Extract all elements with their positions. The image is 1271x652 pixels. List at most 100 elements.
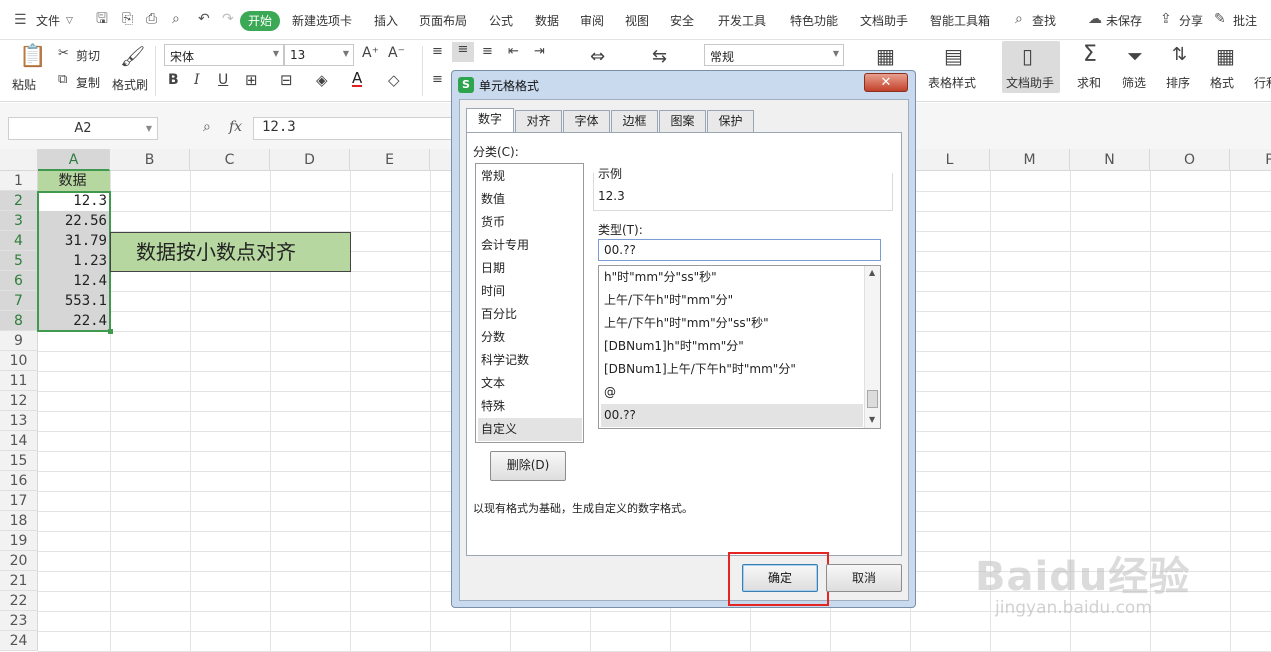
format-option[interactable]: 上午/下午h"时"mm"分"ss"秒"	[601, 312, 863, 335]
row-header-16[interactable]: 16	[0, 471, 38, 491]
close-icon[interactable]: ✕	[864, 73, 908, 92]
file-menu[interactable]: 文件	[36, 12, 60, 29]
unsaved-status[interactable]: 未保存	[1106, 12, 1142, 29]
scroll-up-icon[interactable]: ▲	[869, 268, 875, 277]
format-icon[interactable]: ▦	[1216, 44, 1235, 68]
undo-icon[interactable]: ↶	[198, 12, 210, 26]
indent-increase-icon[interactable]: ⇥	[534, 44, 545, 59]
scrollbar-thumb[interactable]	[867, 390, 878, 408]
tab-font[interactable]: 字体	[563, 110, 610, 132]
format-option[interactable]: @	[601, 381, 863, 404]
row-header-21[interactable]: 21	[0, 571, 38, 591]
tab-formula[interactable]: 公式	[489, 12, 513, 29]
tab-data[interactable]: 数据	[535, 12, 559, 29]
font-size-select[interactable]: 13 ▼	[284, 44, 354, 66]
format-button[interactable]: 格式	[1210, 74, 1234, 91]
column-header-b[interactable]: B	[110, 149, 190, 171]
merge-center-icon[interactable]: ⇆	[652, 46, 667, 67]
scroll-down-icon[interactable]: ▼	[869, 415, 875, 424]
row-header-9[interactable]: 9	[0, 331, 38, 351]
row-header-5[interactable]: 5	[0, 251, 38, 271]
row-header-2[interactable]: 2	[0, 191, 38, 211]
paste-icon[interactable]: 📋	[19, 44, 46, 69]
align-middle-icon[interactable]: ≡	[452, 42, 474, 62]
row-header-15[interactable]: 15	[0, 451, 38, 471]
format-option[interactable]: [DBNum1]h"时"mm"分"	[601, 335, 863, 358]
tab-new[interactable]: 新建选项卡	[292, 12, 352, 29]
category-number[interactable]: 数值	[478, 188, 582, 211]
cancel-button[interactable]: 取消	[826, 564, 902, 592]
fx-icon[interactable]: fx	[229, 119, 242, 135]
copy-button[interactable]: 复制	[76, 74, 100, 91]
row-header-11[interactable]: 11	[0, 371, 38, 391]
redo-icon[interactable]: ↷	[222, 12, 234, 26]
row-header-20[interactable]: 20	[0, 551, 38, 571]
font-color-icon[interactable]: A	[352, 71, 363, 87]
tab-number[interactable]: 数字	[466, 108, 514, 132]
share-button[interactable]: 分享	[1179, 12, 1203, 29]
column-header-l[interactable]: L	[910, 149, 990, 171]
tab-special[interactable]: 特色功能	[790, 12, 838, 29]
tab-insert[interactable]: 插入	[374, 12, 398, 29]
category-text[interactable]: 文本	[478, 372, 582, 395]
tab-pattern[interactable]: 图案	[659, 110, 706, 132]
tab-developer[interactable]: 开发工具	[718, 12, 766, 29]
table-style-button[interactable]: 表格样式	[928, 74, 976, 91]
tab-view[interactable]: 视图	[625, 12, 649, 29]
scissors-icon[interactable]: ✂	[58, 46, 69, 61]
tab-page-layout[interactable]: 页面布局	[419, 12, 467, 29]
row-header-17[interactable]: 17	[0, 491, 38, 511]
sort-button[interactable]: 排序	[1166, 74, 1190, 91]
sum-button[interactable]: 求和	[1077, 74, 1101, 91]
dialog-titlebar[interactable]: S 单元格格式 ✕	[452, 71, 915, 97]
row-header-1[interactable]: 1	[0, 171, 38, 191]
column-header-n[interactable]: N	[1070, 149, 1150, 171]
category-fraction[interactable]: 分数	[478, 326, 582, 349]
category-special[interactable]: 特殊	[478, 395, 582, 418]
align-left-icon[interactable]: ≡	[432, 72, 443, 87]
paste-button[interactable]: 粘贴	[12, 76, 36, 93]
number-format-select[interactable]: 常规 ▼	[704, 44, 844, 66]
cut-button[interactable]: 剪切	[76, 47, 100, 64]
category-accounting[interactable]: 会计专用	[478, 234, 582, 257]
rowcol-button[interactable]: 行和	[1254, 74, 1271, 91]
search-icon[interactable]: ⌕	[1015, 12, 1023, 26]
format-option-selected[interactable]: 00.??	[601, 404, 863, 427]
column-header-a[interactable]: A	[38, 149, 110, 171]
italic-icon[interactable]: I	[194, 72, 200, 88]
select-all-corner[interactable]	[0, 149, 38, 171]
row-header-3[interactable]: 3	[0, 211, 38, 231]
indent-decrease-icon[interactable]: ⇤	[508, 44, 519, 59]
decrease-font-icon[interactable]: A⁻	[388, 45, 405, 61]
tab-protection[interactable]: 保护	[707, 110, 754, 132]
row-header-19[interactable]: 19	[0, 531, 38, 551]
type-input[interactable]: 00.??	[598, 239, 881, 261]
row-header-23[interactable]: 23	[0, 611, 38, 631]
row-header-22[interactable]: 22	[0, 591, 38, 611]
tab-security[interactable]: 安全	[670, 12, 694, 29]
delete-button[interactable]: 删除(D)	[490, 451, 566, 481]
zoom-icon[interactable]: ⌕	[203, 119, 211, 135]
fill-handle[interactable]	[108, 329, 113, 334]
export-icon[interactable]: ⎘	[122, 12, 133, 26]
row-header-10[interactable]: 10	[0, 351, 38, 371]
clear-icon[interactable]: ◇	[388, 71, 400, 89]
tab-doc-assistant[interactable]: 文档助手	[860, 12, 908, 29]
tab-border[interactable]: 边框	[611, 110, 658, 132]
format-option[interactable]: [DBNum1]上午/下午h"时"mm"分"	[601, 358, 863, 381]
scrollbar[interactable]: ▲ ▼	[864, 266, 880, 428]
name-box[interactable]: A2 ▼	[8, 117, 158, 140]
row-header-14[interactable]: 14	[0, 431, 38, 451]
bold-icon[interactable]: B	[168, 72, 179, 88]
column-header-e[interactable]: E	[350, 149, 430, 171]
border-icon[interactable]: ⊞	[245, 71, 258, 89]
column-header-o[interactable]: O	[1150, 149, 1230, 171]
print-preview-icon[interactable]: ⌕	[172, 12, 180, 26]
category-custom[interactable]: 自定义	[478, 418, 582, 441]
tab-smart-tools[interactable]: 智能工具箱	[930, 12, 990, 29]
row-header-12[interactable]: 12	[0, 391, 38, 411]
row-header-24[interactable]: 24	[0, 631, 38, 651]
tab-review[interactable]: 审阅	[580, 12, 604, 29]
print-icon[interactable]: ⎙	[146, 12, 157, 26]
format-painter-button[interactable]: 格式刷	[112, 76, 148, 93]
